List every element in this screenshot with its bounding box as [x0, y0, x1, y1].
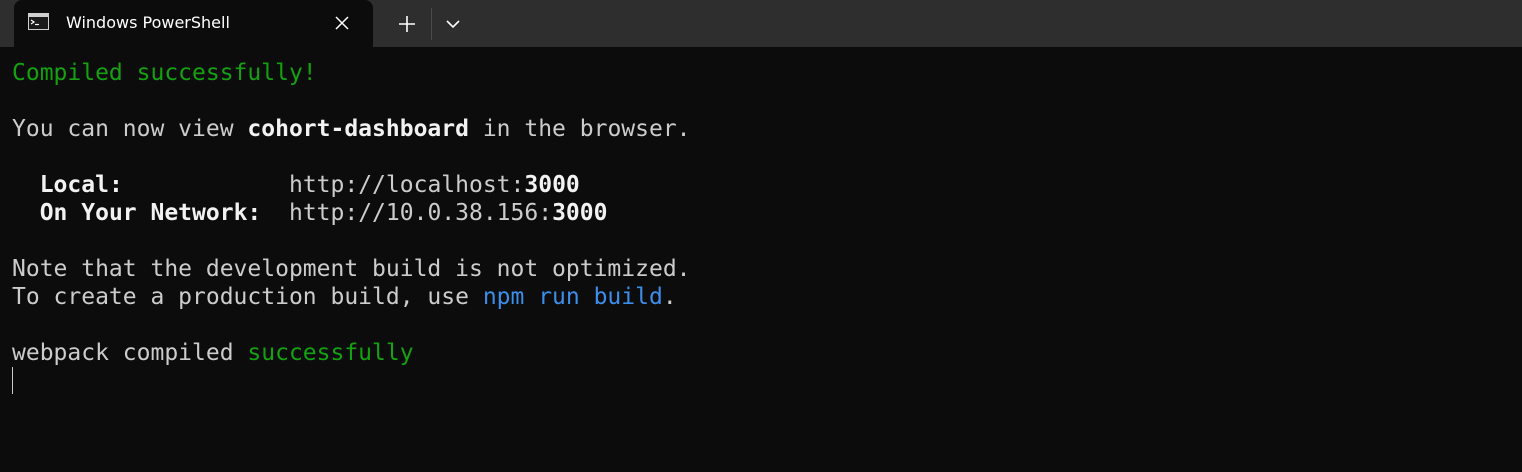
note-text: Note that the development build is not o… [12, 256, 691, 282]
output-line-blank [12, 311, 1522, 339]
network-label: On Your Network: [39, 200, 262, 226]
tab-powershell[interactable]: Windows PowerShell [14, 0, 373, 47]
webpack-prefix: webpack compiled [12, 340, 248, 366]
terminal-window: Windows PowerShell Compiled successfully… [0, 0, 1522, 472]
output-line-compiled: Compiled successfully! [12, 59, 1522, 87]
local-port: 3000 [524, 172, 580, 198]
output-line-prompt[interactable] [12, 367, 1522, 395]
output-line-create: To create a production build, use npm ru… [12, 283, 1522, 311]
close-icon[interactable] [330, 11, 354, 35]
output-line-blank [12, 87, 1522, 115]
output-line-local: Local: http://localhost:3000 [12, 171, 1522, 199]
webpack-status: successfully [247, 340, 414, 366]
output-line-webpack: webpack compiled successfully [12, 339, 1522, 367]
output-line-network: On Your Network: http://10.0.38.156:3000 [12, 199, 1522, 227]
chevron-down-icon[interactable] [440, 9, 466, 39]
new-tab-button[interactable] [392, 9, 422, 39]
output-line-blank [12, 143, 1522, 171]
terminal-output[interactable]: Compiled successfully! You can now view … [12, 59, 1522, 472]
build-command: npm run build [482, 284, 663, 310]
output-line-blank [12, 227, 1522, 255]
view-prefix: You can now view [12, 116, 248, 142]
create-prefix: To create a production build, use [12, 284, 483, 310]
network-port: 3000 [552, 200, 608, 226]
tab-title: Windows PowerShell [66, 13, 230, 32]
network-url: http://10.0.38.156: [288, 200, 553, 226]
output-line-note: Note that the development build is not o… [12, 255, 1522, 283]
tab-divider [431, 8, 432, 40]
compiled-message: Compiled successfully! [12, 60, 317, 86]
app-name: cohort-dashboard [247, 116, 469, 142]
text-cursor [12, 367, 13, 394]
local-url: http://localhost: [288, 172, 525, 198]
tab-bar: Windows PowerShell [0, 0, 1522, 47]
create-suffix: . [662, 284, 677, 310]
view-suffix: in the browser. [468, 116, 691, 142]
local-label: Local: [39, 172, 123, 198]
output-line-view: You can now view cohort-dashboard in the… [12, 115, 1522, 143]
terminal-icon [28, 13, 49, 30]
